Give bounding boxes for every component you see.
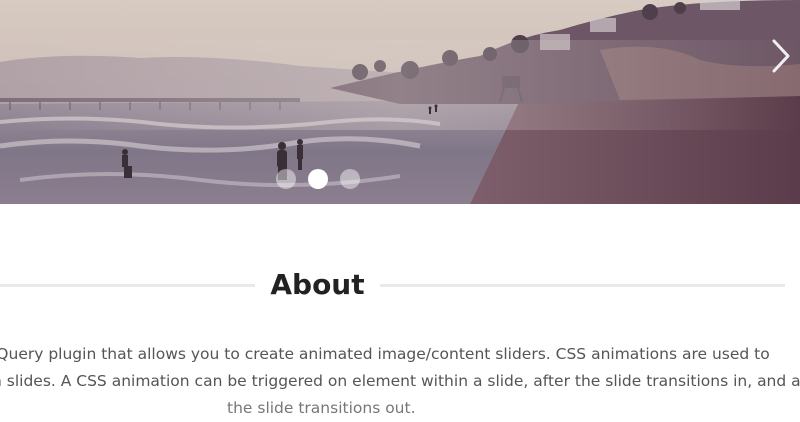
slide-pagination (276, 169, 360, 189)
about-section-header: About (0, 264, 800, 308)
next-slide-button[interactable] (768, 36, 794, 76)
about-line-2: n slides. A CSS animation can be trigger… (0, 372, 800, 390)
divider-left (0, 284, 255, 287)
chevron-right-icon (772, 39, 790, 73)
beach-photo (0, 0, 800, 204)
divider-right (380, 284, 785, 287)
slide-dot-1[interactable] (276, 169, 296, 189)
about-line-3: the slide transitions out. (227, 399, 416, 417)
hero-slider (0, 0, 800, 204)
section-title: About (270, 268, 365, 301)
slide-dot-2[interactable] (308, 169, 328, 189)
slide-dot-3[interactable] (340, 169, 360, 189)
about-description: jQuery plugin that allows you to create … (0, 341, 800, 422)
about-line-1: jQuery plugin that allows you to create … (0, 345, 770, 363)
